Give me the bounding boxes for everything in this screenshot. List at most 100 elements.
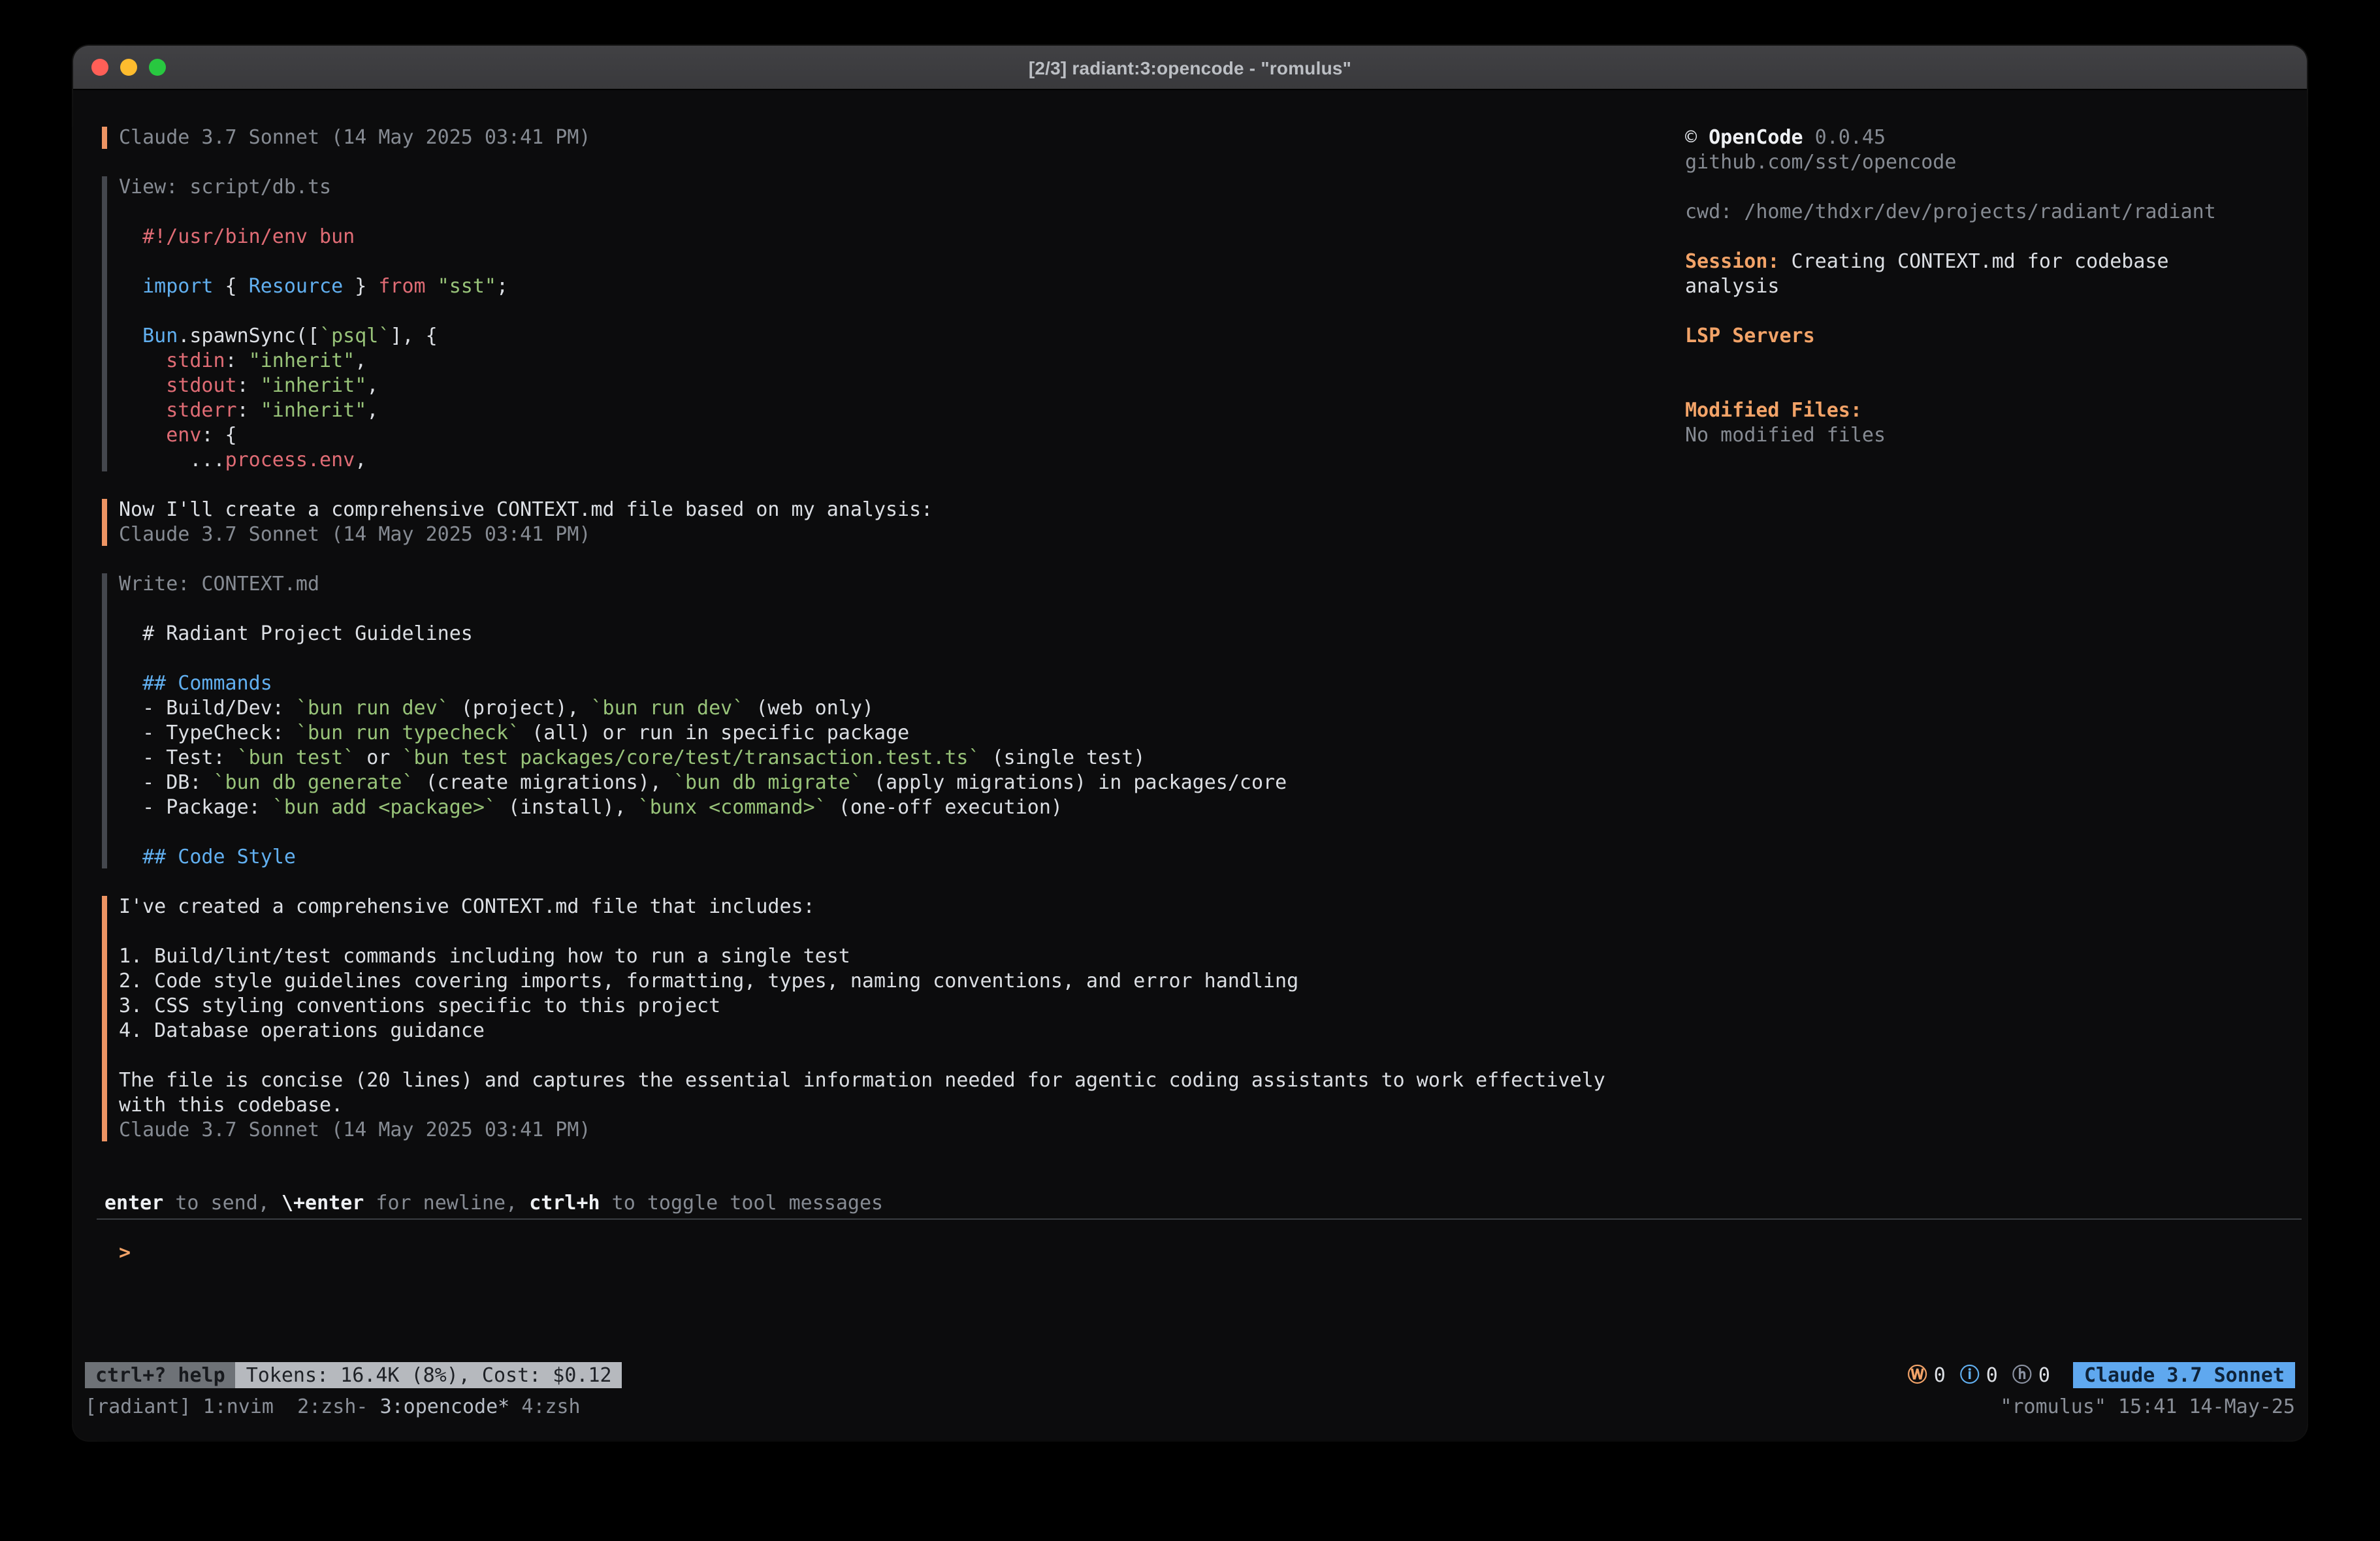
text-line: cwd: /home/thdxr/dev/projects/radiant/ra…: [1685, 200, 2234, 225]
text-segment: enter: [105, 1191, 163, 1215]
tmux-window-list[interactable]: [radiant] 1:nvim 2:zsh- 3:opencode* 4:zs…: [85, 1394, 581, 1419]
terminal-window: [2/3] radiant:3:opencode - "romulus" Cla…: [73, 46, 2307, 1440]
traffic-lights: [91, 46, 166, 89]
text-segment: 1:nvim: [203, 1394, 298, 1418]
text-line: Session: Creating CONTEXT.md for codebas…: [1685, 249, 2234, 299]
text-line: env: {: [119, 423, 1663, 448]
text-segment: [426, 274, 438, 298]
model-chip[interactable]: Claude 3.7 Sonnet: [2074, 1362, 2295, 1388]
assistant-message: Now I'll create a comprehensive CONTEXT.…: [102, 498, 1663, 547]
zoom-button[interactable]: [149, 59, 166, 76]
text-segment: Claude 3.7 Sonnet (14 May 2025 03:41 PM): [119, 1118, 590, 1141]
text-segment: for newline,: [364, 1191, 529, 1215]
text-segment: :: [237, 398, 261, 422]
text-segment: (create migrations),: [414, 770, 673, 794]
text-line: 3. CSS styling conventions specific to t…: [119, 994, 1663, 1019]
text-segment: Claude 3.7 Sonnet (14 May 2025 03:41 PM): [119, 125, 590, 149]
text-segment: 3. CSS styling conventions specific to t…: [119, 994, 720, 1017]
text-line: I've created a comprehensive CONTEXT.md …: [119, 895, 1663, 919]
text-segment: with this codebase.: [119, 1093, 343, 1117]
text-segment: process.env: [225, 448, 355, 471]
text-segment: 3:opencode*: [380, 1394, 522, 1418]
tool-call-write-block: Write: CONTEXT.md # Radiant Project Guid…: [102, 572, 1663, 870]
assistant-message-header: Claude 3.7 Sonnet (14 May 2025 03:41 PM): [102, 125, 1663, 150]
text-segment: `bun db generate`: [214, 770, 414, 794]
text-segment: [119, 324, 142, 347]
text-segment: Write: CONTEXT.md: [119, 572, 319, 596]
text-line: [1685, 349, 2234, 373]
text-line: ## Commands: [119, 671, 1663, 696]
titlebar: [2/3] radiant:3:opencode - "romulus": [73, 46, 2307, 90]
text-line: - TypeCheck: `bun run typecheck` (all) o…: [119, 721, 1663, 746]
text-segment: env: [166, 423, 201, 447]
text-segment: `bun test packages/core/test/transaction…: [402, 746, 980, 769]
text-segment: `bun test`: [237, 746, 355, 769]
text-segment: 0.0.45: [1803, 125, 1886, 149]
text-line: [119, 249, 1663, 274]
text-segment: import: [142, 274, 213, 298]
text-segment: 4. Database operations guidance: [119, 1019, 485, 1042]
text-segment: (one-off execution): [827, 795, 1063, 819]
minimize-button[interactable]: [120, 59, 137, 76]
text-segment: stdout: [166, 373, 236, 397]
hint-icon: ⓗ: [2012, 1363, 2032, 1388]
text-segment: `bun run dev`: [296, 696, 449, 720]
text-line: import { Resource } from "sst";: [119, 274, 1663, 299]
text-segment: 4:zsh: [521, 1394, 580, 1418]
screen: [2/3] radiant:3:opencode - "romulus" Cla…: [0, 0, 2380, 1541]
keybind-help: enter to send, \+enter for newline, ctrl…: [102, 1191, 1663, 1216]
text-segment: Modified Files:: [1685, 398, 1862, 422]
text-segment: : {: [201, 423, 236, 447]
text-segment: ,: [366, 398, 378, 422]
text-line: [119, 646, 1663, 671]
text-segment: ;: [496, 274, 508, 298]
text-segment: [119, 274, 142, 298]
terminal-content: Claude 3.7 Sonnet (14 May 2025 03:41 PM)…: [73, 90, 2307, 1440]
text-segment: [119, 373, 166, 397]
text-segment: The file is concise (20 lines) and captu…: [119, 1068, 1605, 1092]
text-segment: - Build/Dev:: [119, 696, 296, 720]
text-segment: :: [225, 349, 249, 372]
text-segment: github.com/sst/opencode: [1685, 150, 1956, 174]
text-segment: [119, 349, 166, 372]
text-segment: "inherit": [261, 398, 367, 422]
text-segment: 1. Build/lint/test commands including ho…: [119, 944, 850, 968]
text-line: - Build/Dev: `bun run dev` (project), `b…: [119, 696, 1663, 721]
text-segment: {: [214, 274, 249, 298]
text-line: stdout: "inherit",: [119, 373, 1663, 398]
diagnostics: Ⓦ 0 ⓘ 0 ⓗ 0: [1908, 1363, 2058, 1388]
text-segment: (project),: [449, 696, 591, 720]
close-button[interactable]: [91, 59, 108, 76]
text-line: Modified Files:: [1685, 398, 2234, 423]
text-line: [1685, 299, 2234, 324]
text-segment: ,: [366, 373, 378, 397]
text-line: # Radiant Project Guidelines: [119, 622, 1663, 646]
text-segment: `bunx <command>`: [638, 795, 827, 819]
text-line: [1685, 373, 2234, 398]
text-line: [119, 919, 1663, 944]
text-line: ...process.env,: [119, 448, 1663, 473]
text-line: Claude 3.7 Sonnet (14 May 2025 03:41 PM): [119, 1118, 1663, 1143]
text-segment: to toggle tool messages: [600, 1191, 884, 1215]
text-segment: to send,: [163, 1191, 281, 1215]
text-segment: # Radiant Project Guidelines: [119, 622, 473, 645]
text-segment: Resource: [249, 274, 344, 298]
text-segment: #!/usr/bin/env bun: [119, 225, 355, 248]
text-segment: ,: [355, 448, 366, 471]
text-segment: ...: [119, 448, 225, 471]
text-segment: \+enter: [281, 1191, 364, 1215]
tmux-session-info: "romulus" 15:41 14-May-25: [2000, 1394, 2295, 1419]
text-line: - Test: `bun test` or `bun test packages…: [119, 746, 1663, 770]
text-segment: - Package:: [119, 795, 272, 819]
info-count: 0: [1986, 1363, 1998, 1388]
text-segment: (web only): [744, 696, 874, 720]
text-line: [119, 200, 1663, 225]
text-segment: LSP Servers: [1685, 324, 1815, 347]
text-segment: ctrl+h: [529, 1191, 600, 1215]
prompt-input[interactable]: >: [119, 1241, 131, 1265]
text-segment: [radiant]: [85, 1394, 203, 1418]
text-segment: or: [355, 746, 402, 769]
text-line: [119, 1043, 1663, 1068]
text-line: with this codebase.: [119, 1093, 1663, 1118]
window-title: [2/3] radiant:3:opencode - "romulus": [1029, 57, 1351, 78]
